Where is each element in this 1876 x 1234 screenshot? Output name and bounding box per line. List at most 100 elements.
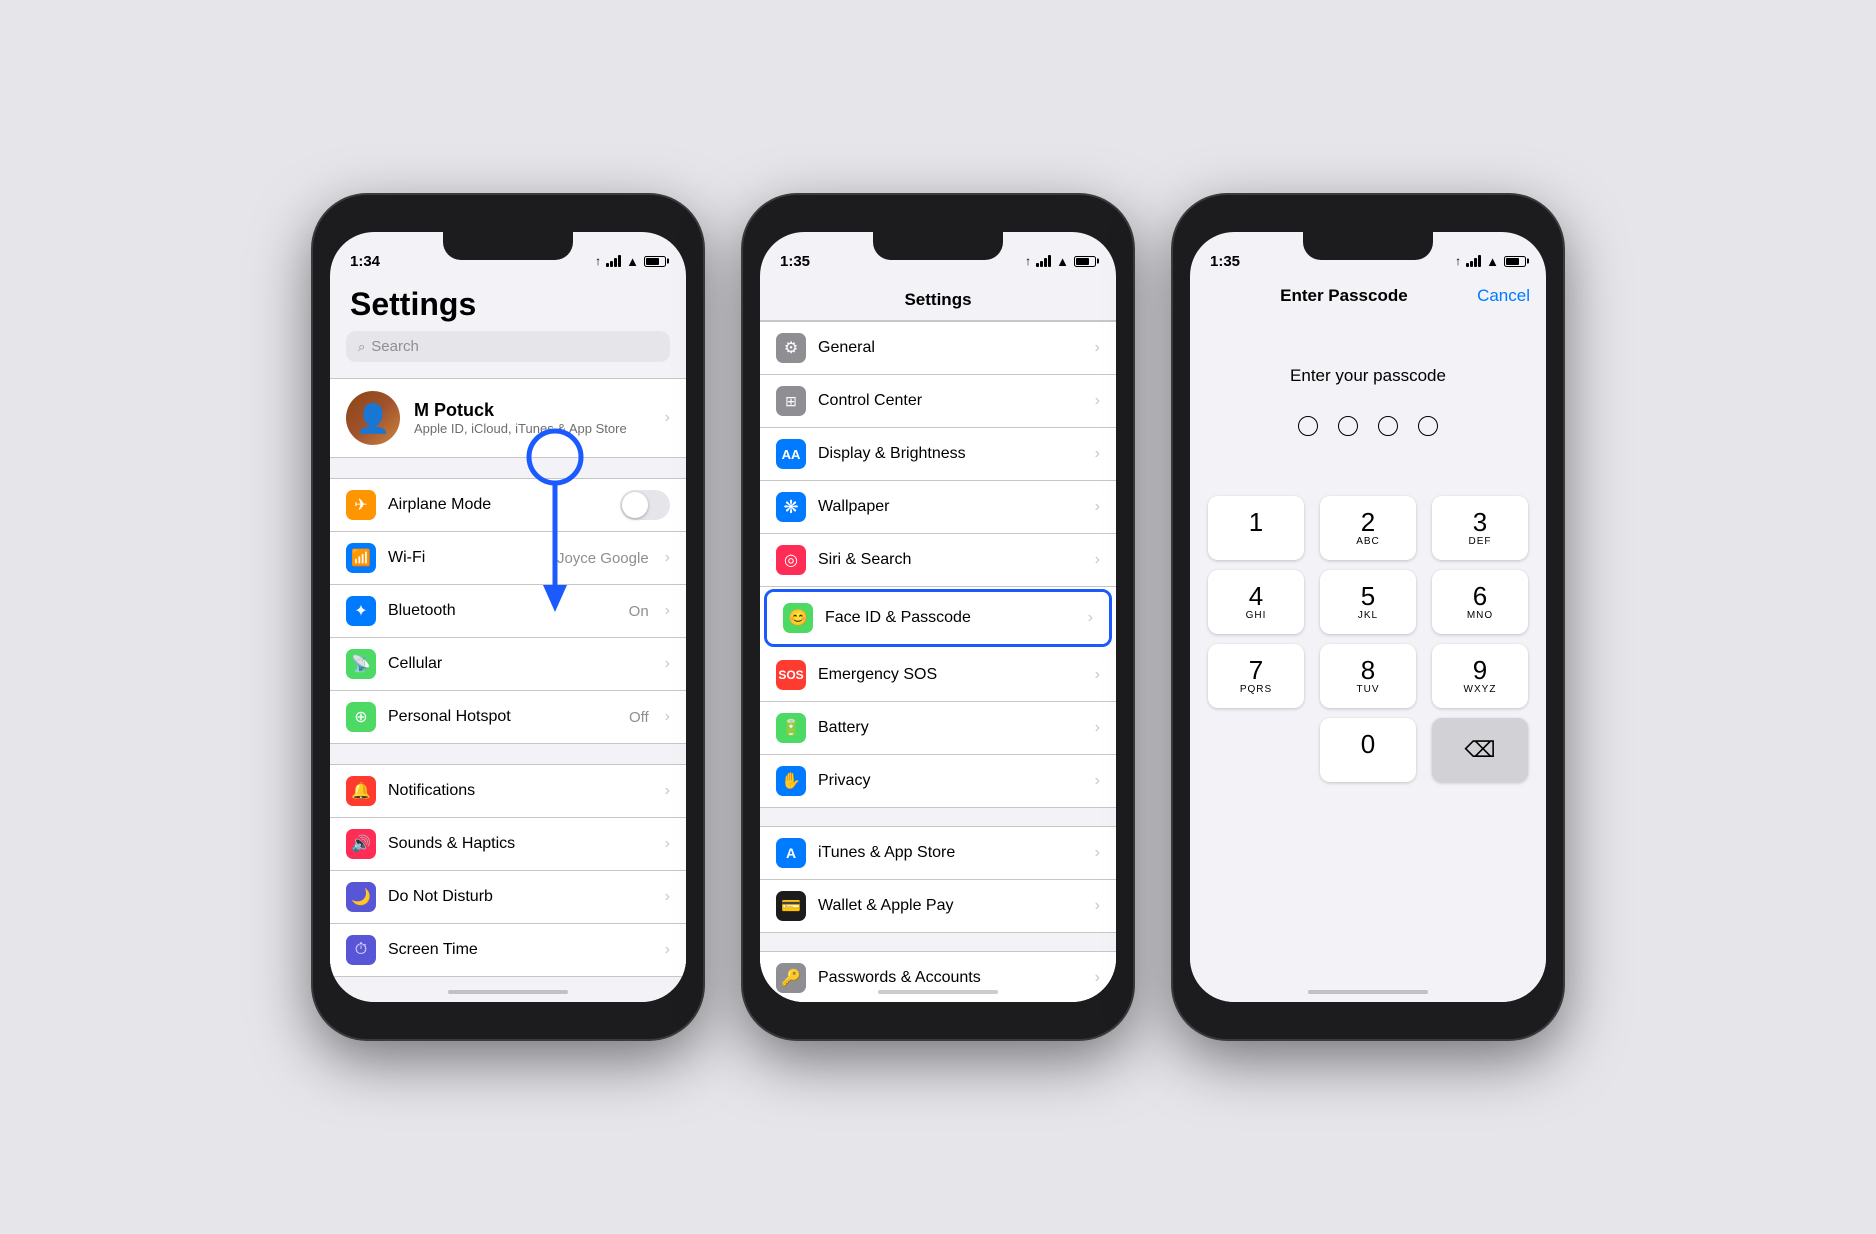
list-item[interactable]: ⚙ General › xyxy=(760,322,1116,375)
chevron-icon: › xyxy=(1095,339,1100,357)
list-item[interactable]: ◎ Siri & Search › xyxy=(760,534,1116,587)
item-label: Notifications xyxy=(388,782,653,800)
profile-info: M Potuck Apple ID, iCloud, iTunes & App … xyxy=(414,400,627,436)
bluetooth-icon: ✦ xyxy=(346,596,376,626)
status-icons-2: ↑ ▲ xyxy=(1025,254,1096,269)
chevron-icon: › xyxy=(665,888,670,906)
status-icons-1: ↑ ▲ xyxy=(595,254,666,269)
settings-page-1: Settings ⌕ Search 👤 M Potuck Apple ID, i… xyxy=(330,276,686,1002)
list-item[interactable]: ❋ Wallpaper › xyxy=(760,481,1116,534)
dnd-icon: 🌙 xyxy=(346,882,376,912)
signal-bars-2 xyxy=(1036,255,1051,267)
numpad-row-1: 1 2 ABC 3 DEF xyxy=(1200,496,1536,560)
list-item[interactable]: 🔋 Battery › xyxy=(760,702,1116,755)
time-3: 1:35 xyxy=(1210,253,1240,270)
chevron-icon: › xyxy=(665,549,670,567)
item-label: Siri & Search xyxy=(818,551,1083,569)
numpad-key-2[interactable]: 2 ABC xyxy=(1320,496,1416,560)
chevron-icon: › xyxy=(665,655,670,673)
item-label: Control Center xyxy=(818,392,1083,410)
item-label: Screen Time xyxy=(388,941,653,959)
item-label: Do Not Disturb xyxy=(388,888,653,906)
numpad-key-8[interactable]: 8 TUV xyxy=(1320,644,1416,708)
list-item[interactable]: AA Display & Brightness › xyxy=(760,428,1116,481)
settings-group-1: ✈ Airplane Mode 📶 Wi-Fi Joyce Google › ✦ xyxy=(330,478,686,744)
list-item[interactable]: 🔑 Passwords & Accounts › xyxy=(760,952,1116,1002)
list-item-face-id[interactable]: 😊 Face ID & Passcode › xyxy=(767,592,1109,644)
notch xyxy=(443,232,573,260)
display-icon: AA xyxy=(776,439,806,469)
chevron-icon: › xyxy=(1095,844,1100,862)
settings-scroll-1[interactable]: Settings ⌕ Search 👤 M Potuck Apple ID, i… xyxy=(330,276,686,1002)
list-item[interactable]: 💳 Wallet & Apple Pay › xyxy=(760,880,1116,932)
item-label: Personal Hotspot xyxy=(388,708,617,726)
passcode-dots xyxy=(1190,416,1546,436)
home-indicator-3 xyxy=(1308,990,1428,994)
list-item[interactable]: ⏱ Screen Time › xyxy=(330,924,686,976)
profile-chevron: › xyxy=(665,409,670,427)
face-id-highlighted-row[interactable]: 😊 Face ID & Passcode › xyxy=(764,589,1112,647)
numpad-key-4[interactable]: 4 GHI xyxy=(1208,570,1304,634)
list-item[interactable]: ✦ Bluetooth On › xyxy=(330,585,686,638)
delete-icon: ⌫ xyxy=(1464,737,1495,763)
battery-icon xyxy=(644,256,666,267)
chevron-icon: › xyxy=(1095,897,1100,915)
search-bar-1[interactable]: ⌕ Search xyxy=(346,331,670,362)
numpad-key-delete[interactable]: ⌫ xyxy=(1432,718,1528,782)
phone-1: 1:34 ↑ ▲ Set xyxy=(313,195,703,1039)
item-label: Wallet & Apple Pay xyxy=(818,897,1083,915)
profile-name: M Potuck xyxy=(414,400,627,421)
status-icons-3: ↑ ▲ xyxy=(1455,254,1526,269)
list-item[interactable]: ✈ Airplane Mode xyxy=(330,479,686,532)
wifi-value: Joyce Google xyxy=(557,550,649,567)
numpad-key-empty xyxy=(1208,718,1304,782)
numpad-key-3[interactable]: 3 DEF xyxy=(1432,496,1528,560)
numpad-key-0[interactable]: 0 xyxy=(1320,718,1416,782)
airplane-toggle[interactable] xyxy=(620,490,670,520)
list-item[interactable]: ✋ Privacy › xyxy=(760,755,1116,807)
item-label: Privacy xyxy=(818,772,1083,790)
signal-bars-3 xyxy=(1466,255,1481,267)
numpad-key-6[interactable]: 6 MNO xyxy=(1432,570,1528,634)
list-item[interactable]: ⊕ Personal Hotspot Off › xyxy=(330,691,686,743)
location-icon-3: ↑ xyxy=(1455,254,1461,268)
numpad-key-5[interactable]: 5 JKL xyxy=(1320,570,1416,634)
chevron-icon: › xyxy=(665,602,670,620)
settings-group-2a: ⚙ General › ⊞ Control Center › AA Displa… xyxy=(760,321,1116,808)
wallet-icon: 💳 xyxy=(776,891,806,921)
wifi-icon-3: ▲ xyxy=(1486,254,1499,269)
passcode-nav: Enter Passcode Cancel xyxy=(1190,276,1546,316)
list-item[interactable]: 📶 Wi-Fi Joyce Google › xyxy=(330,532,686,585)
chevron-icon: › xyxy=(665,941,670,959)
passcode-dot-1 xyxy=(1298,416,1318,436)
numpad-key-9[interactable]: 9 WXYZ xyxy=(1432,644,1528,708)
chevron-icon: › xyxy=(1095,445,1100,463)
list-item[interactable]: 🔔 Notifications › xyxy=(330,765,686,818)
general-icon: ⚙ xyxy=(776,333,806,363)
numpad-key-7[interactable]: 7 PQRS xyxy=(1208,644,1304,708)
cancel-button[interactable]: Cancel xyxy=(1477,286,1530,306)
chevron-icon: › xyxy=(1088,609,1093,627)
list-item[interactable]: A iTunes & App Store › xyxy=(760,827,1116,880)
list-item[interactable]: ⊞ Control Center › xyxy=(760,375,1116,428)
screen-3: 1:35 ↑ ▲ Ente xyxy=(1190,232,1546,1002)
nav-title-2: Settings xyxy=(760,276,1116,321)
wifi-settings-icon: 📶 xyxy=(346,543,376,573)
time-1: 1:34 xyxy=(350,253,380,270)
list-item[interactable]: 📡 Cellular › xyxy=(330,638,686,691)
phone-2: 1:35 ↑ ▲ Settings xyxy=(743,195,1133,1039)
list-item[interactable]: 🔊 Sounds & Haptics › xyxy=(330,818,686,871)
numpad-key-1[interactable]: 1 xyxy=(1208,496,1304,560)
settings-title-1: Settings xyxy=(330,276,686,331)
chevron-icon: › xyxy=(1095,772,1100,790)
list-item[interactable]: SOS Emergency SOS › xyxy=(760,649,1116,702)
item-label: Cellular xyxy=(388,655,653,673)
profile-row[interactable]: 👤 M Potuck Apple ID, iCloud, iTunes & Ap… xyxy=(330,378,686,458)
list-item[interactable]: 🌙 Do Not Disturb › xyxy=(330,871,686,924)
chevron-icon: › xyxy=(1095,719,1100,737)
phone-3: 1:35 ↑ ▲ Ente xyxy=(1173,195,1563,1039)
settings-scroll-2[interactable]: ⚙ General › ⊞ Control Center › AA Displa… xyxy=(760,321,1116,1002)
item-label: Wi-Fi xyxy=(388,549,545,567)
numpad-row-4: 0 ⌫ xyxy=(1200,718,1536,782)
bluetooth-value: On xyxy=(629,603,649,620)
